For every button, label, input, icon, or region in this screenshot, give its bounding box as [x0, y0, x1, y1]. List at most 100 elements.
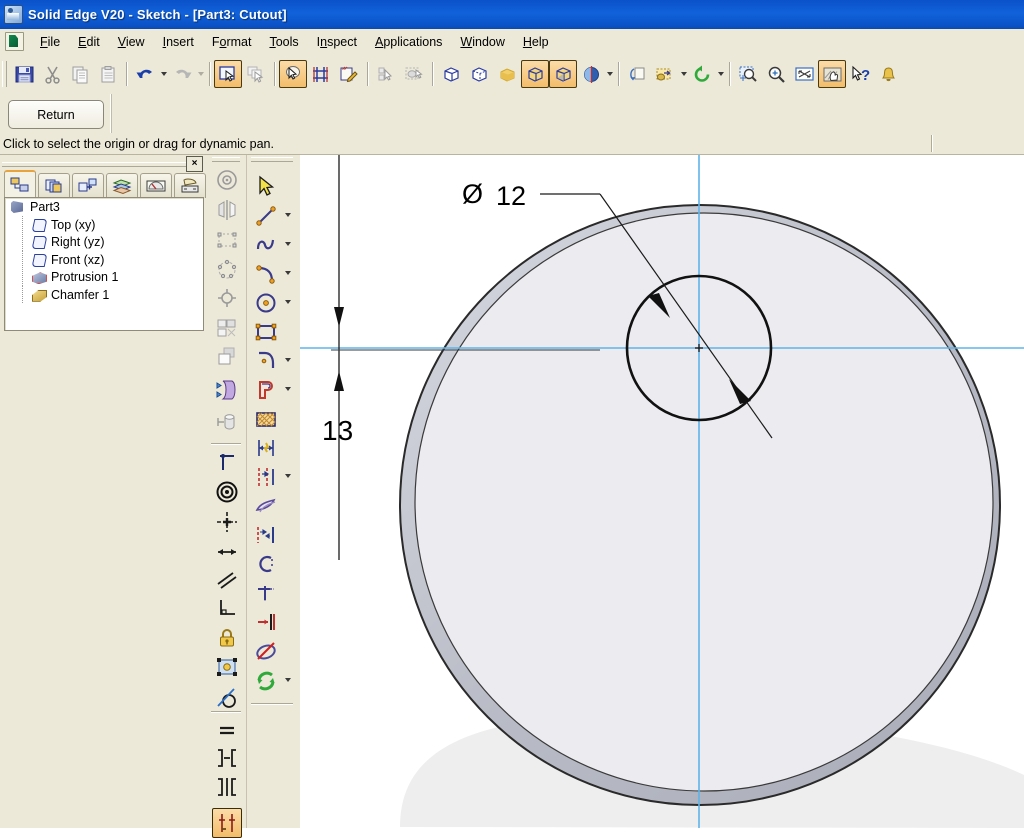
grid-button[interactable] [307, 60, 335, 88]
tree-item-front-plane[interactable]: Front (xz) [5, 251, 203, 269]
wireframe-view-button[interactable] [437, 60, 465, 88]
return-button[interactable]: Return [8, 100, 104, 129]
draw-circle-concentric-button[interactable] [212, 165, 242, 195]
extend-button[interactable] [251, 578, 281, 608]
intersect-point-button[interactable] [212, 507, 242, 537]
fillet-tool-dropdown-arrow[interactable] [283, 346, 292, 374]
relationship-handbook-button[interactable] [251, 491, 281, 521]
center-mark-button[interactable] [212, 283, 242, 313]
project-geometry-button[interactable] [212, 313, 242, 343]
section-view-button[interactable] [577, 60, 605, 88]
tab-display-layers[interactable] [106, 173, 138, 198]
copy-button[interactable] [66, 60, 94, 88]
graphics-window[interactable]: Ø 12 13 [300, 155, 1024, 828]
tree-item-right-plane[interactable]: Right (yz) [5, 233, 203, 252]
tree-item-chamfer-1[interactable]: Chamfer 1 [5, 286, 203, 304]
whats-this-help-button[interactable]: ? [846, 60, 874, 88]
rigid-set-button[interactable] [212, 652, 242, 682]
select-arrow-button[interactable] [251, 171, 281, 201]
lock-button[interactable] [212, 623, 242, 653]
fillet-tool-button[interactable] [251, 346, 281, 376]
offset-region-button[interactable] [212, 342, 242, 372]
tree-item-top-plane[interactable]: Top (xy) [5, 216, 203, 234]
line-tool-button[interactable] [251, 201, 281, 231]
menu-edit[interactable]: Edit [69, 32, 109, 52]
menu-inspect[interactable]: Inspect [308, 32, 366, 52]
curve-tool-dropdown-arrow[interactable] [283, 230, 292, 258]
circle-tool-dropdown-arrow[interactable] [283, 288, 292, 316]
zoom-button[interactable] [762, 60, 790, 88]
horizontal-vertical-button[interactable] [251, 607, 281, 637]
section-view-dropdown-arrow[interactable] [605, 61, 614, 87]
shape-tool-dropdown-arrow[interactable] [283, 375, 292, 403]
redo-dropdown-arrow[interactable] [196, 61, 205, 87]
redo-button[interactable] [168, 60, 196, 88]
select-tool-button[interactable] [214, 60, 242, 88]
perpendicular-button[interactable] [212, 593, 242, 623]
select-multiple-button[interactable] [242, 60, 270, 88]
tab-parts-library[interactable] [72, 173, 104, 198]
edit-sketch-button[interactable] [335, 60, 363, 88]
paste-button[interactable] [94, 60, 122, 88]
tangent-button[interactable] [212, 683, 242, 713]
toolbar-grip[interactable] [251, 157, 293, 162]
shaded-view-button[interactable] [493, 60, 521, 88]
smart-dimension-button[interactable] [251, 433, 281, 463]
trim-button[interactable] [251, 549, 281, 579]
parallel-lines-button[interactable] [212, 565, 242, 595]
menu-help[interactable]: Help [514, 32, 558, 52]
refresh-view-button[interactable] [688, 60, 716, 88]
menu-window[interactable]: Window [451, 32, 513, 52]
connect-button[interactable] [251, 520, 281, 550]
refresh-relations-dropdown-arrow[interactable] [283, 666, 292, 694]
shaded-edges-button[interactable] [521, 60, 549, 88]
polygon-points-button[interactable] [212, 255, 242, 285]
menu-view[interactable]: View [109, 32, 154, 52]
toolbar-grip[interactable] [2, 61, 7, 87]
distance-dimension-button[interactable] [251, 462, 281, 492]
rectangle-tool-button[interactable] [251, 317, 281, 347]
symmetric-vertical-button[interactable] [212, 772, 242, 802]
fit-button[interactable] [790, 60, 818, 88]
undo-button[interactable] [131, 60, 159, 88]
named-views-dropdown-arrow[interactable] [679, 61, 688, 87]
tab-sensors[interactable] [140, 173, 172, 198]
select-region-button[interactable] [212, 225, 242, 255]
shape-tool-button[interactable] [251, 375, 281, 405]
fill-hatch-button[interactable] [251, 404, 281, 434]
derived-curve-button[interactable] [212, 447, 242, 477]
refresh-relations-button[interactable] [251, 666, 281, 696]
arrange-button[interactable] [372, 60, 400, 88]
rotate-view-button[interactable] [623, 60, 651, 88]
tree-item-protrusion-1[interactable]: Protrusion 1 [5, 268, 203, 287]
alerts-button[interactable] [874, 60, 902, 88]
curve-tool-button[interactable] [251, 230, 281, 260]
equal-button[interactable] [212, 715, 242, 745]
tab-layers[interactable] [38, 173, 70, 198]
line-tool-dropdown-arrow[interactable] [283, 201, 292, 229]
arc-tool-dropdown-arrow[interactable] [283, 259, 292, 287]
named-views-button[interactable] [651, 60, 679, 88]
menu-file[interactable]: File [31, 32, 69, 52]
distance-between-button[interactable] [212, 537, 242, 567]
tab-feature-pathfinder[interactable] [4, 170, 36, 198]
distance-dimension-dropdown-arrow[interactable] [283, 462, 292, 490]
toolbar-grip[interactable] [212, 157, 240, 162]
sweep-surface-button[interactable] [212, 375, 242, 405]
tab-family-of-parts[interactable] [174, 173, 206, 198]
refresh-view-dropdown-arrow[interactable] [716, 61, 725, 87]
cup-feature-button[interactable] [212, 407, 242, 437]
mirror-geometry-button[interactable] [212, 195, 242, 225]
symmetry-axis-button[interactable] [212, 808, 242, 838]
solid-edge-document-icon[interactable] [5, 32, 24, 51]
menu-insert[interactable]: Insert [154, 32, 203, 52]
concentric-ring-button[interactable] [212, 477, 242, 507]
hidden-edges-view-button[interactable] [465, 60, 493, 88]
symmetric-horizontal-button[interactable] [212, 743, 242, 773]
arc-tool-button[interactable] [251, 259, 281, 289]
tree-root[interactable]: Part3 [5, 198, 203, 216]
menu-format[interactable]: Format [203, 32, 261, 52]
menu-applications[interactable]: Applications [366, 32, 451, 52]
feature-tree[interactable]: Part3 Top (xy) Right (yz) Front (xz) Pro… [4, 197, 204, 331]
undo-dropdown-arrow[interactable] [159, 61, 168, 87]
